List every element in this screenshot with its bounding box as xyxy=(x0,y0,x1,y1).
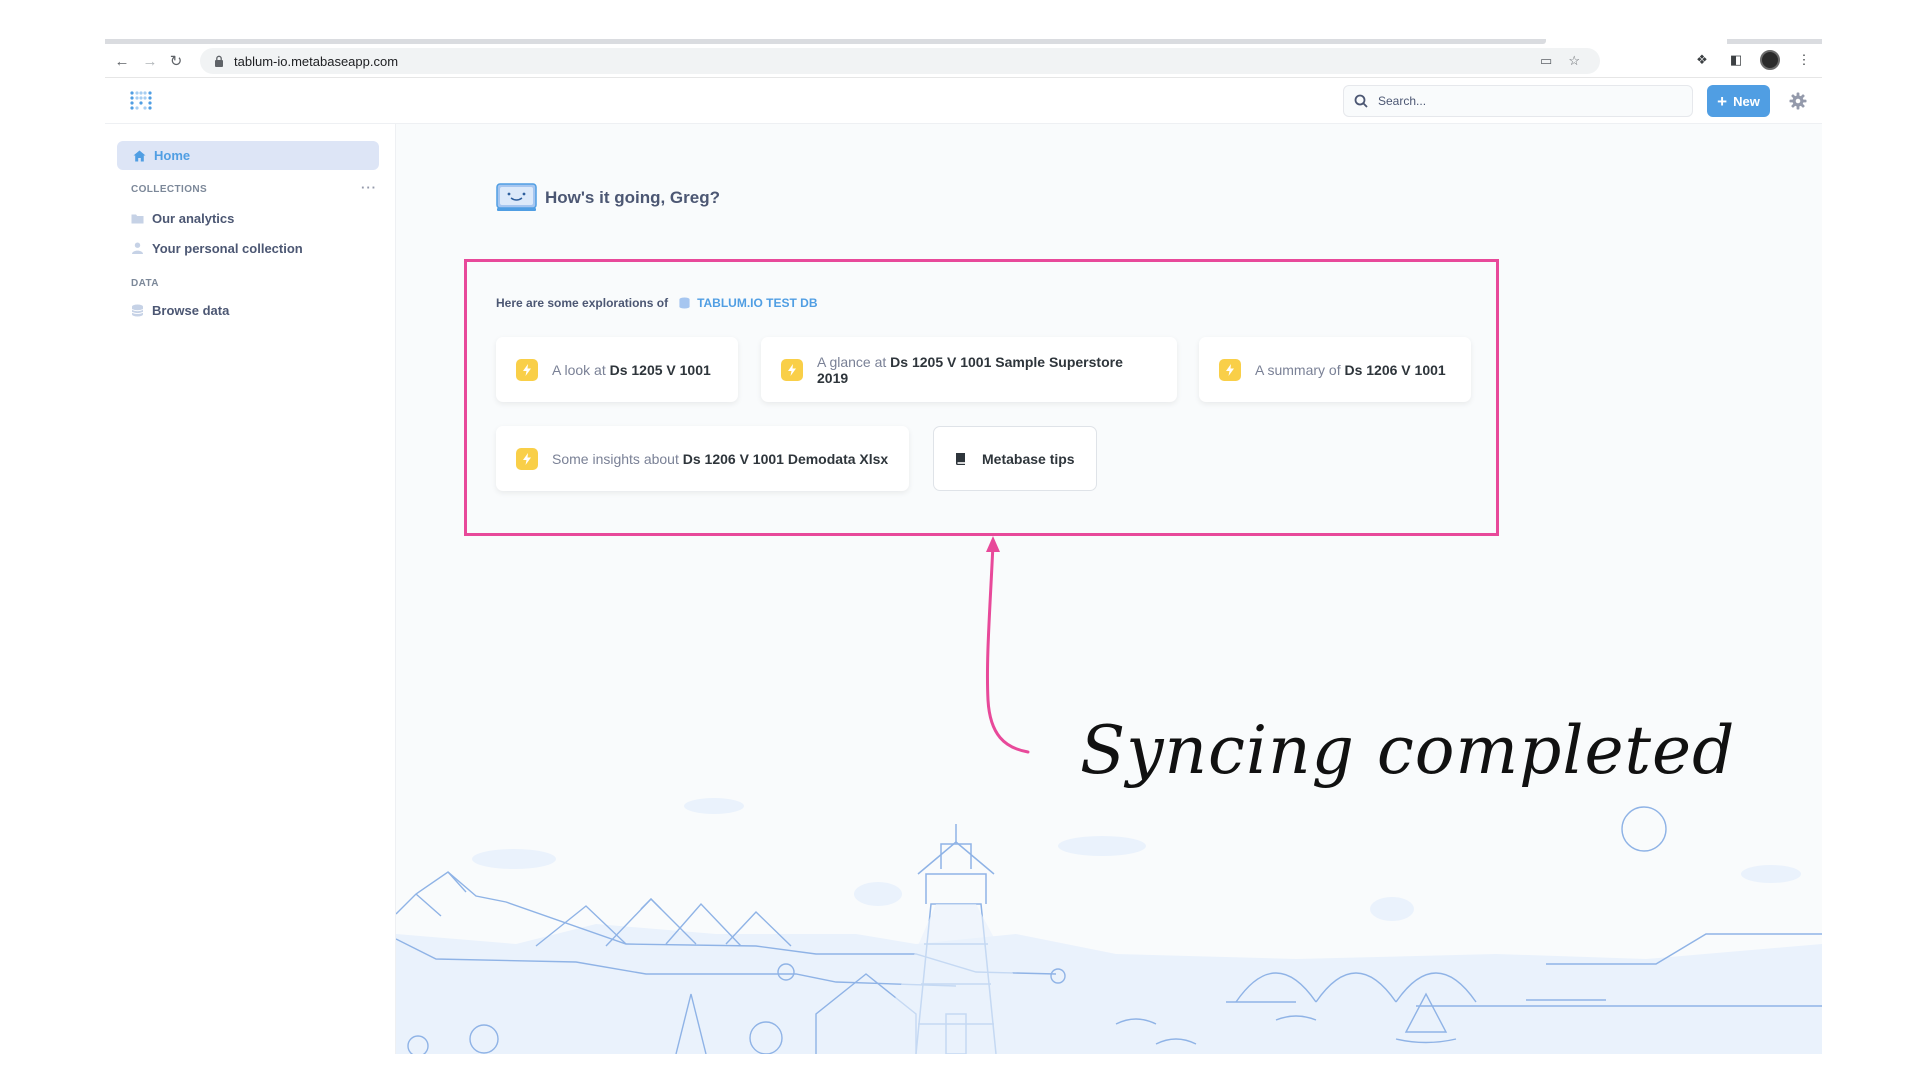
back-icon[interactable]: ← xyxy=(111,50,133,72)
sidebar-item-label: Our analytics xyxy=(152,210,235,226)
database-icon xyxy=(131,304,144,316)
metabot-icon xyxy=(496,183,537,211)
collections-more-icon[interactable]: ··· xyxy=(361,180,377,195)
active-tab[interactable] xyxy=(105,39,1546,44)
annotation-highlight-box xyxy=(464,259,1499,536)
extensions-icon[interactable]: ❖ xyxy=(1692,50,1712,70)
gear-icon[interactable] xyxy=(1789,92,1807,110)
lock-icon xyxy=(215,55,223,67)
sidebar-item-our-analytics[interactable]: Our analytics xyxy=(131,208,234,228)
new-button-label: New xyxy=(1733,93,1760,109)
new-button[interactable]: + New xyxy=(1707,85,1770,117)
annotation-arrow-icon xyxy=(985,536,1030,754)
sidebar-item-home[interactable]: Home xyxy=(117,141,379,170)
browser-toolbar: ← → ↻ tablum-io.metabaseapp.com ▭ ☆ ❖ ◧ … xyxy=(105,45,1822,78)
collections-section-title: COLLECTIONS xyxy=(131,184,208,195)
data-section-title: DATA xyxy=(131,278,159,289)
side-panel-icon[interactable]: ◧ xyxy=(1726,50,1746,70)
search-icon xyxy=(1354,94,1368,108)
landscape-illustration xyxy=(396,798,1822,1054)
tab-strip xyxy=(105,36,1822,45)
sidebar: Home COLLECTIONS ··· Our analytics Your … xyxy=(105,124,396,1054)
sidebar-item-browse-data[interactable]: Browse data xyxy=(131,300,229,320)
bookmark-star-icon[interactable]: ☆ xyxy=(1568,53,1580,69)
tab-strip-end xyxy=(1727,39,1822,44)
browser-menu-icon[interactable]: ⋮ xyxy=(1794,50,1814,70)
greeting: How's it going, Greg? xyxy=(496,183,720,212)
search-input[interactable] xyxy=(1378,94,1658,108)
sidebar-item-personal-collection[interactable]: Your personal collection xyxy=(131,238,303,258)
greeting-text: How's it going, Greg? xyxy=(545,187,720,207)
sidebar-item-label: Browse data xyxy=(152,302,230,318)
plus-icon: + xyxy=(1717,91,1728,111)
annotation-caption: Syncing completed xyxy=(1080,712,1736,789)
home-icon xyxy=(133,150,146,161)
app-header: + New xyxy=(105,78,1822,124)
profile-avatar[interactable] xyxy=(1760,50,1780,70)
home-label: Home xyxy=(154,148,191,163)
person-icon xyxy=(132,242,143,254)
share-icon[interactable]: ▭ xyxy=(1540,53,1552,69)
metabase-logo-icon[interactable] xyxy=(130,91,152,111)
address-bar[interactable]: tablum-io.metabaseapp.com ▭ ☆ xyxy=(200,48,1600,74)
folder-icon xyxy=(131,214,144,223)
forward-icon[interactable]: → xyxy=(139,50,161,72)
reload-icon[interactable]: ↻ xyxy=(165,50,187,72)
sidebar-item-label: Your personal collection xyxy=(152,240,303,256)
search-bar[interactable] xyxy=(1343,85,1693,117)
url-text: tablum-io.metabaseapp.com xyxy=(234,53,399,69)
